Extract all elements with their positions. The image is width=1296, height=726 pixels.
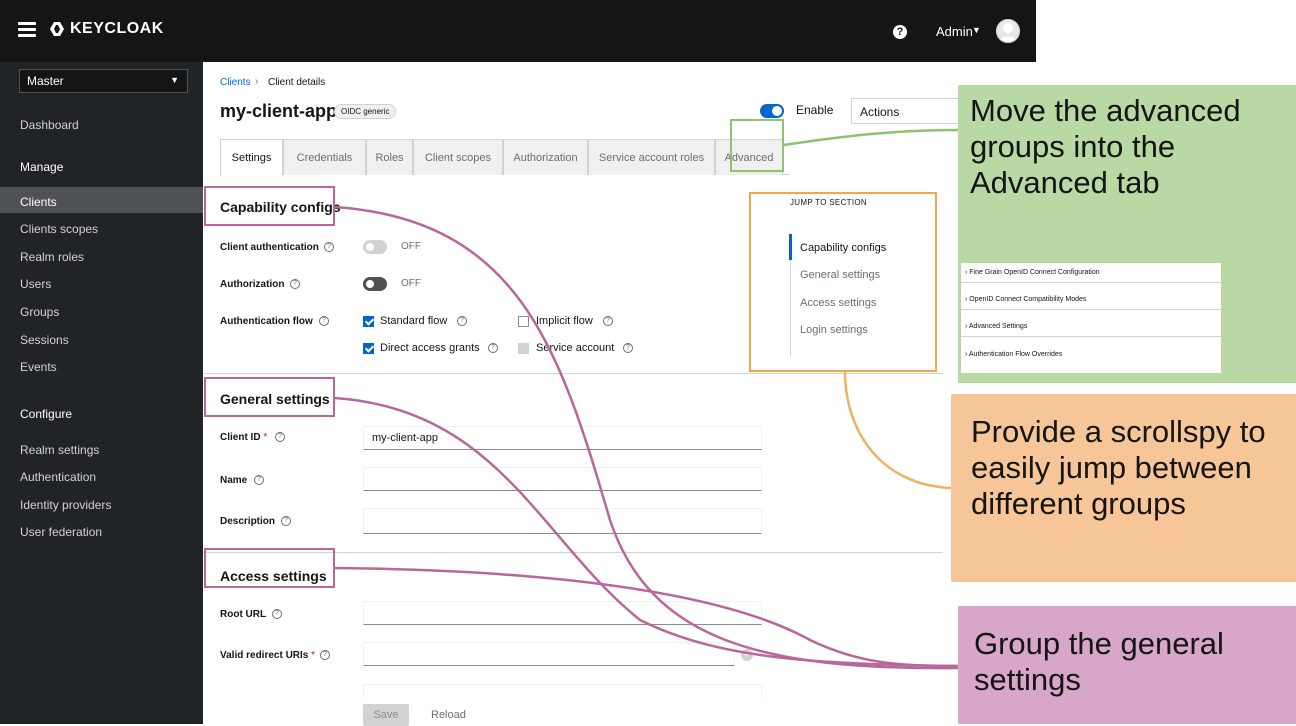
list-divider — [961, 309, 1221, 310]
callout-advanced-text: Move the advanced groups into the Advanc… — [970, 93, 1241, 200]
advanced-group-item: › OpenID Connect Compatibility Modes — [965, 296, 1087, 303]
callout-group-text: Group the general settings — [974, 626, 1224, 697]
callout-scrollspy: Provide a scrollspy to easily jump betwe… — [951, 394, 1296, 582]
advanced-group-item: › Fine Grain OpenID Connect Configuratio… — [965, 269, 1100, 276]
advanced-group-item: › Advanced Settings — [965, 323, 1028, 330]
callout-scrollspy-text: Provide a scrollspy to easily jump betwe… — [971, 414, 1266, 521]
list-divider — [961, 336, 1221, 337]
list-divider — [961, 282, 1221, 283]
advanced-groups-preview: › Fine Grain OpenID Connect Configuratio… — [961, 263, 1221, 373]
advanced-group-item: › Authentication Flow Overrides — [965, 351, 1063, 358]
callout-group-settings: Group the general settings — [958, 606, 1296, 724]
